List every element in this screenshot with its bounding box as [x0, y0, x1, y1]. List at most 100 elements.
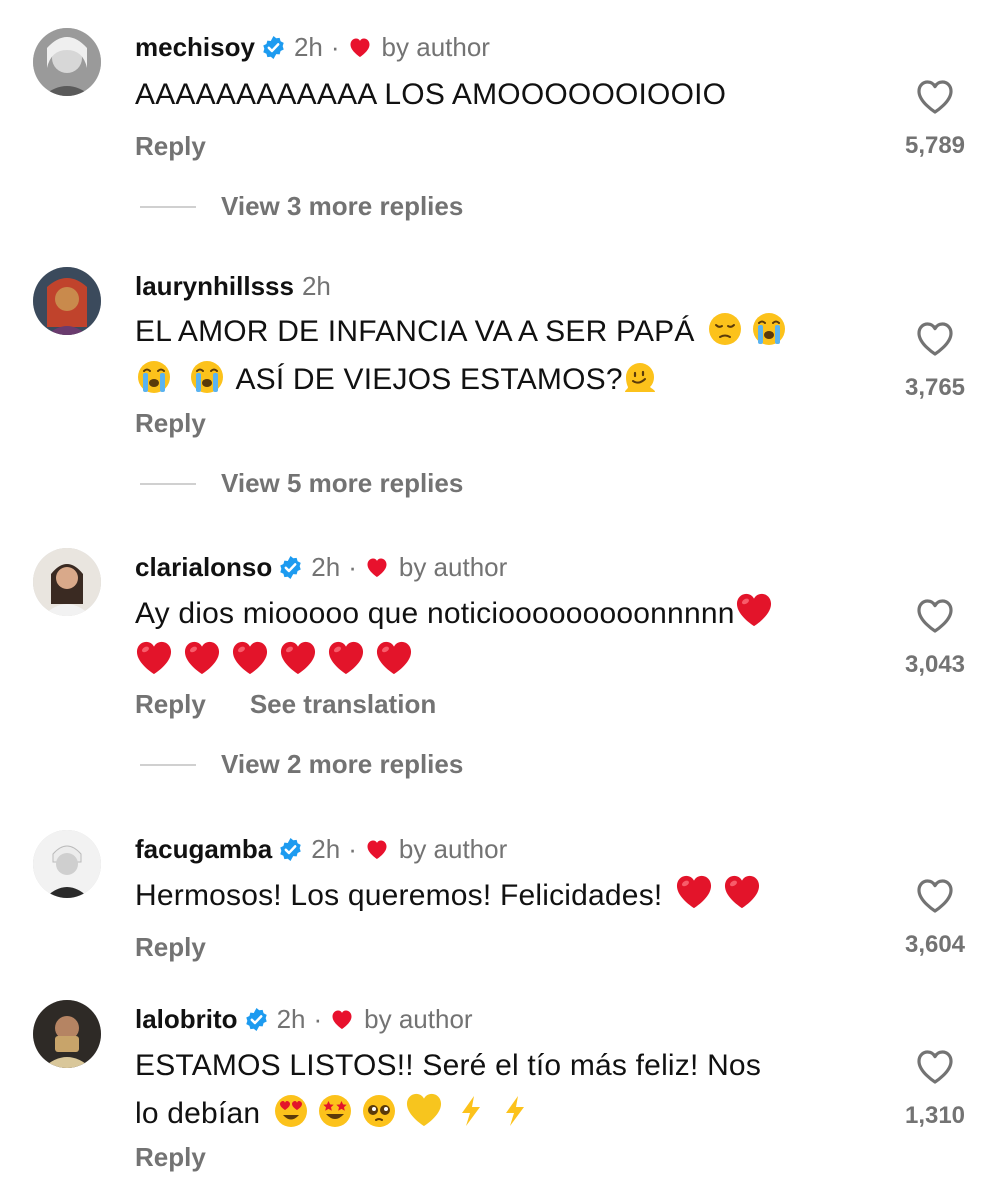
avatar[interactable] — [33, 28, 101, 96]
yellow-heart-icon — [405, 1092, 443, 1128]
pensive-face-icon — [708, 312, 742, 346]
red-heart-icon — [735, 592, 773, 628]
username[interactable]: clarialonso — [135, 552, 272, 583]
comment-actions: Reply — [135, 932, 206, 963]
like-count: 5,789 — [904, 132, 966, 159]
red-heart-icon — [183, 640, 221, 676]
author-heart-icon — [365, 556, 389, 578]
by-author-label: by author — [398, 833, 508, 864]
avatar[interactable] — [33, 830, 101, 898]
by-author-label: by author — [398, 551, 508, 582]
separator-dot: · — [330, 31, 340, 62]
replies-divider — [140, 483, 196, 485]
like-control: 3,765 — [895, 320, 975, 402]
comment-text-line: lo debían — [135, 1097, 261, 1130]
username[interactable]: laurynhillsss — [135, 271, 294, 302]
view-replies-button[interactable]: View 5 more replies — [221, 468, 463, 499]
high-voltage-icon — [498, 1094, 532, 1128]
like-count: 1,310 — [904, 1102, 966, 1129]
comment-actions: Reply — [135, 1142, 206, 1173]
like-count: 3,604 — [904, 931, 966, 958]
replies-divider — [140, 764, 196, 766]
comment-actions: Reply See translation — [135, 689, 436, 720]
separator-dot: · — [348, 833, 357, 864]
heart-like-icon[interactable] — [915, 877, 955, 915]
comment-text-content: Ay dios miooooo que noticiooooooooonnnnn — [135, 597, 735, 630]
red-heart-icon — [279, 640, 317, 676]
comment-text-line: ESTAMOS LISTOS!! Seré el tío más feliz! … — [135, 1049, 762, 1082]
red-heart-icon — [327, 640, 365, 676]
melting-face-icon — [623, 360, 657, 394]
separator-dot: · — [313, 1003, 323, 1034]
comment-time: 2h — [311, 551, 341, 582]
username[interactable]: mechisoy — [135, 32, 255, 63]
heart-like-icon[interactable] — [915, 78, 955, 116]
star-struck-face-icon — [318, 1094, 352, 1128]
red-heart-icon — [375, 640, 413, 676]
high-voltage-icon — [454, 1094, 488, 1128]
comment-header: facugamba 2h · by author — [135, 832, 507, 866]
comment-text: ESTAMOS LISTOS!! Seré el tío más feliz! … — [135, 1042, 865, 1138]
reply-button[interactable]: Reply — [135, 932, 206, 963]
comment-text: AAAAAAAAAAAA LOS AMOOOOOOIOOIO — [135, 71, 865, 119]
username[interactable]: lalobrito — [135, 1004, 238, 1035]
comment-text: Hermosos! Los queremos! Felicidades! — [135, 872, 865, 920]
heart-eyes-face-icon — [274, 1094, 308, 1128]
comment-text: EL AMOR DE INFANCIA VA A SER PAPÁ ASÍ DE… — [135, 308, 865, 404]
see-translation-button[interactable]: See translation — [250, 689, 436, 720]
author-heart-icon — [365, 838, 389, 860]
comment-text-line: EL AMOR DE INFANCIA VA A SER PAPÁ — [135, 315, 695, 348]
comment-time: 2h — [293, 31, 323, 62]
verified-badge-icon — [261, 35, 286, 60]
by-author-label: by author — [364, 1003, 473, 1034]
avatar[interactable] — [33, 267, 101, 335]
red-heart-icon — [675, 874, 713, 910]
comment-header: mechisoy 2h · by author — [135, 30, 490, 64]
comment-time: 2h — [276, 1003, 306, 1034]
loudly-crying-face-icon — [752, 312, 786, 346]
comment-header: clarialonso 2h · by author — [135, 550, 507, 584]
heart-like-icon[interactable] — [915, 597, 955, 635]
like-control: 3,604 — [895, 877, 975, 959]
like-control: 3,043 — [895, 597, 975, 679]
avatar[interactable] — [33, 1000, 101, 1068]
heart-like-icon[interactable] — [915, 320, 955, 358]
comment-header: lalobrito 2h · by author — [135, 1002, 473, 1036]
replies-divider — [140, 206, 196, 208]
comment-time: 2h — [301, 270, 331, 301]
comment-text-content: AAAAAAAAAAAA LOS AMOOOOOOIOOIO — [135, 78, 727, 111]
comment-time: 2h — [311, 833, 341, 864]
separator-dot: · — [348, 551, 357, 582]
like-count: 3,765 — [904, 374, 966, 401]
comment-text: Ay dios miooooo que noticiooooooooonnnnn — [135, 590, 895, 686]
author-heart-icon — [348, 36, 372, 58]
loudly-crying-face-icon — [137, 360, 171, 394]
red-heart-icon — [723, 874, 761, 910]
view-replies-button[interactable]: View 2 more replies — [221, 749, 463, 780]
comment-actions: Reply — [135, 408, 206, 439]
like-count: 3,043 — [904, 651, 966, 678]
red-heart-icon — [135, 640, 173, 676]
red-heart-icon — [231, 640, 269, 676]
verified-badge-icon — [278, 555, 303, 580]
comment-text-line: ASÍ DE VIEJOS ESTAMOS? — [235, 363, 623, 396]
reply-button[interactable]: Reply — [135, 689, 206, 720]
like-control: 1,310 — [895, 1048, 975, 1130]
reply-button[interactable]: Reply — [135, 408, 206, 439]
comment-text-content: Hermosos! Los queremos! Felicidades! — [135, 879, 663, 912]
avatar[interactable] — [33, 548, 101, 616]
like-control: 5,789 — [895, 78, 975, 160]
view-replies-button[interactable]: View 3 more replies — [221, 191, 463, 222]
reply-button[interactable]: Reply — [135, 131, 206, 162]
comment-actions: Reply — [135, 131, 206, 162]
heart-like-icon[interactable] — [915, 1048, 955, 1086]
author-heart-icon — [330, 1008, 354, 1030]
verified-badge-icon — [244, 1007, 269, 1032]
username[interactable]: facugamba — [135, 834, 272, 865]
verified-badge-icon — [278, 837, 303, 862]
by-author-label: by author — [381, 31, 490, 62]
comment-header: laurynhillsss 2h — [135, 269, 331, 303]
loudly-crying-face-icon — [190, 360, 224, 394]
reply-button[interactable]: Reply — [135, 1142, 206, 1173]
pleading-face-icon — [362, 1094, 396, 1128]
